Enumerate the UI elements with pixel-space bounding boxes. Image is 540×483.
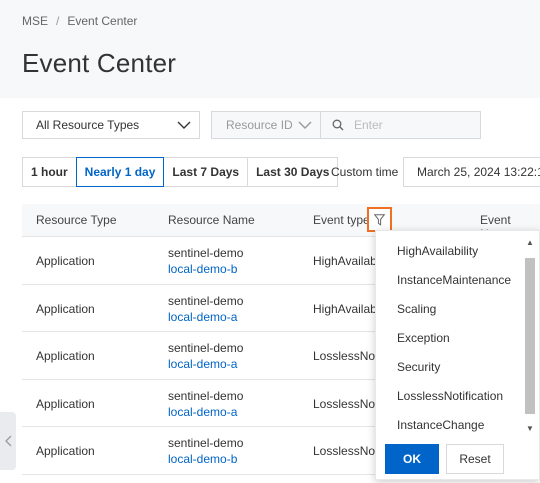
page-title: Event Center [22,48,177,78]
chevron-down-icon [177,121,191,129]
col-resource-name: Resource Name [168,213,255,227]
scrollbar-thumb[interactable] [525,258,535,414]
chevron-down-icon [298,121,312,129]
col-resource-type: Resource Type [36,213,117,227]
col-event-type: Event type [313,213,370,227]
cell-resource-name: sentinel-demo local-demo-a [168,293,243,325]
filter-option-security[interactable]: Security [376,352,526,381]
breadcrumb-mse[interactable]: MSE [22,14,48,28]
cell-event-type: HighAvailability [313,301,377,316]
event-type-filter-dropdown: HighAvailability InstanceMaintenance Sca… [375,230,540,480]
time-btn-last-30-days[interactable]: Last 30 Days [247,157,339,187]
filter-option-scaling[interactable]: Scaling [376,294,526,323]
filter-options-list: HighAvailability InstanceMaintenance Sca… [376,231,526,436]
filter-footer: OK Reset [376,436,539,481]
cell-resource-name: sentinel-demo local-demo-b [168,435,243,467]
time-btn-last-7-days[interactable]: Last 7 Days [163,157,249,187]
resource-name: sentinel-demo [168,293,244,308]
resource-name: sentinel-demo [168,388,244,403]
custom-time-label: Custom time [331,165,399,179]
breadcrumb-separator: / [56,14,60,28]
filter-option-highavailability[interactable]: HighAvailability [376,236,526,265]
time-range-group: 1 hour Nearly 1 day Last 7 Days Last 30 … [22,157,339,187]
reset-button[interactable]: Reset [446,444,504,474]
search-placeholder: Enter [354,118,383,132]
breadcrumb: MSE / Event Center [22,14,137,28]
resource-id-value: Resource ID [226,118,293,132]
resource-instance-link[interactable]: local-demo-b [168,261,243,277]
filter-option-exception[interactable]: Exception [376,323,526,352]
scroll-up-icon[interactable]: ▲ [524,238,536,248]
resource-type-value: All Resource Types [36,118,140,132]
cell-resource-type: Application [36,444,95,458]
filter-option-losslessnotification[interactable]: LosslessNotification [376,381,526,410]
ok-button[interactable]: OK [385,444,439,474]
side-collapse-handle[interactable] [0,412,16,470]
resource-name: sentinel-demo [168,341,244,355]
cell-event-type: LosslessNotification [313,444,377,458]
time-btn-nearly-1-day[interactable]: Nearly 1 day [75,157,165,187]
resource-id-select[interactable]: Resource ID [211,111,321,139]
resource-instance-link[interactable]: local-demo-a [168,309,243,325]
filter-icon [374,213,385,226]
cell-resource-type: Application [36,254,95,268]
cell-event-type: HighAvailability [313,254,377,268]
cell-resource-name: sentinel-demo local-demo-a [168,388,243,420]
resource-type-select[interactable]: All Resource Types [22,111,200,139]
cell-event-type: LosslessNotification [313,349,377,363]
search-icon [332,119,344,131]
filter-scrollbar[interactable]: ▲ ▼ [524,238,536,434]
cell-resource-type: Application [36,301,95,316]
cell-event-type: LosslessNotification [313,396,377,411]
search-input[interactable]: Enter [321,111,481,139]
resource-instance-link[interactable]: local-demo-b [168,451,243,467]
time-btn-1-hour[interactable]: 1 hour [22,157,77,187]
cell-resource-name: sentinel-demo local-demo-a [168,340,243,372]
cell-resource-type: Application [36,396,95,411]
filter-option-instancechange[interactable]: InstanceChange [376,410,526,439]
filter-option-instancemaintenance[interactable]: InstanceMaintenance [376,265,526,294]
scroll-down-icon[interactable]: ▼ [524,424,536,434]
chevron-left-icon [4,435,11,447]
cell-resource-type: Application [36,349,95,363]
page-header: MSE / Event Center Event Center [0,0,540,98]
resource-name: sentinel-demo [168,436,244,450]
resource-name: sentinel-demo [168,246,244,260]
custom-time-input[interactable]: March 25, 2024 13:22:12 [403,157,540,187]
event-type-filter-button[interactable] [367,207,392,232]
resource-instance-link[interactable]: local-demo-a [168,356,243,372]
breadcrumb-current: Event Center [67,14,138,28]
cell-resource-name: sentinel-demo local-demo-b [168,245,243,277]
resource-instance-link[interactable]: local-demo-a [168,404,243,420]
